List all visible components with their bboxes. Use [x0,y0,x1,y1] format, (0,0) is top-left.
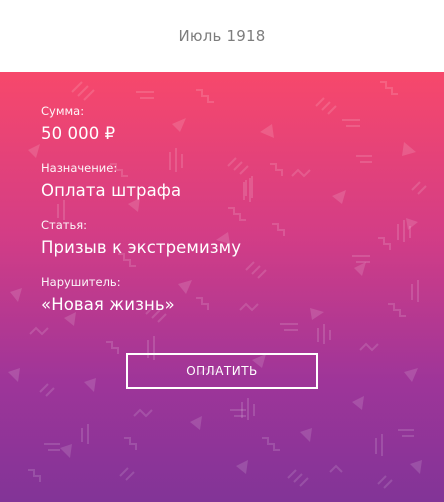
amount-label: Сумма: [41,104,85,118]
header-bar: Июль 1918 [0,0,444,72]
pay-button[interactable]: ОПЛАТИТЬ [126,353,318,389]
article-label: Статья: [41,218,88,232]
offender-value: «Новая жизнь» [41,295,175,314]
amount-value: 50 000 ₽ [41,124,116,143]
article-field: Статья: Призыв к экстремизму [41,218,241,257]
purpose-field: Назначение: Оплата штрафа [41,161,181,200]
offender-label: Нарушитель: [41,275,121,289]
payment-panel: Сумма: 50 000 ₽ Назначение: Оплата штраф… [0,72,444,502]
offender-field: Нарушитель: «Новая жизнь» [41,275,175,314]
amount-field: Сумма: 50 000 ₽ [41,104,115,143]
article-value: Призыв к экстремизму [41,238,242,257]
purpose-label: Назначение: [41,161,118,175]
purpose-value: Оплата штрафа [41,181,182,200]
page-title: Июль 1918 [178,27,266,45]
